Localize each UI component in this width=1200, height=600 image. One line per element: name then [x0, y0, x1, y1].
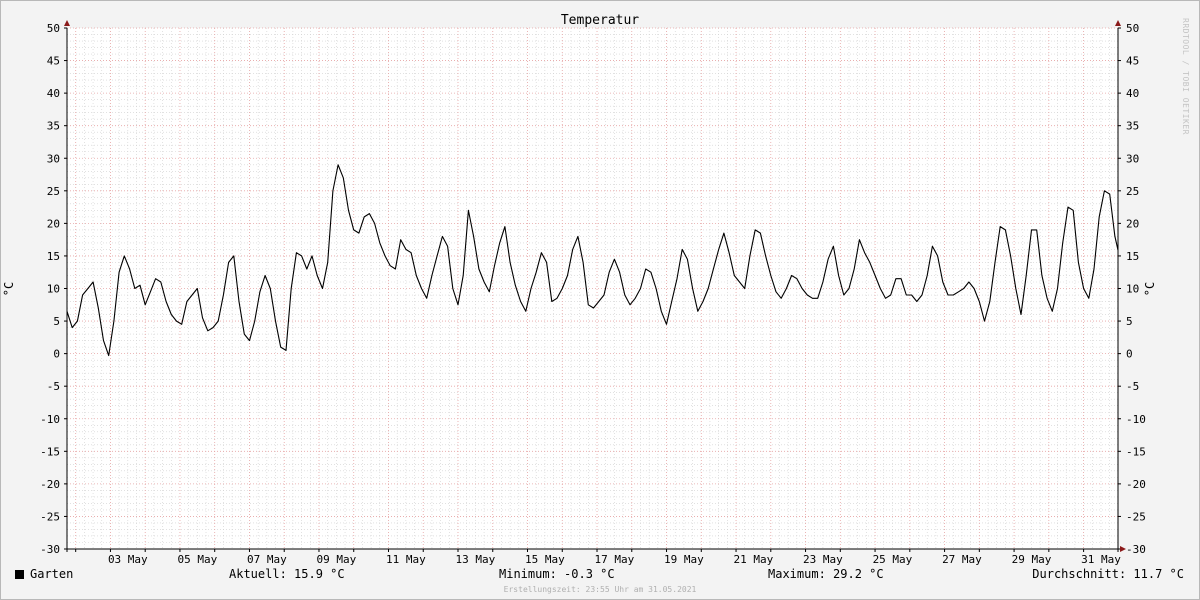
y-tick-label-right: 30	[1126, 152, 1139, 165]
y-tick-label-left: 30	[47, 152, 60, 165]
y-tick-label-left: 35	[47, 120, 60, 133]
x-tick-label: 09 May	[316, 553, 356, 566]
y-tick-label-left: -5	[47, 380, 60, 393]
x-tick-label: 19 May	[664, 553, 704, 566]
y-tick-label-left: 0	[53, 348, 60, 361]
y-axis-arrow-right	[1115, 20, 1121, 26]
plot-area: 50 5045 4540 4035 3530 3025 2520 2015 1510 105 50 0…	[40, 20, 1146, 566]
x-tick-label: 07 May	[247, 553, 287, 566]
y-tick-label-right: -25	[1126, 510, 1146, 523]
y-tick-label-right: 5	[1126, 315, 1133, 328]
y-tick-label-right: 10	[1126, 283, 1139, 296]
y-tick-label-right: -30	[1126, 543, 1146, 556]
y-tick-label-left: 40	[47, 87, 60, 100]
temperature-chart: Temperatur °C °C 50 5045 4540 4035 3530 3025 2…	[2, 13, 1157, 566]
y-tick-label-right: 45	[1126, 55, 1139, 68]
y-axis-label-left: °C	[2, 282, 16, 296]
y-tick-label-left: 45	[47, 55, 60, 68]
y-tick-label-left: 5	[53, 315, 60, 328]
y-tick-label-left: 20	[47, 217, 60, 230]
y-tick-label-right: 20	[1126, 217, 1139, 230]
x-tick-label: 21 May	[734, 553, 774, 566]
y-tick-label-right: -15	[1126, 445, 1146, 458]
legend-minimum: Minimum: -0.3 °C	[499, 567, 615, 581]
y-tick-label-right: 25	[1126, 185, 1139, 198]
y-tick-label-left: -10	[40, 413, 60, 426]
x-tick-label: 13 May	[455, 553, 495, 566]
y-tick-label-left: 10	[47, 283, 60, 296]
y-axis-arrow-left	[64, 20, 70, 26]
x-tick-label: 29 May	[1012, 553, 1052, 566]
legend-swatch	[15, 570, 24, 579]
x-tick-label: 27 May	[942, 553, 982, 566]
y-tick-label-right: -10	[1126, 413, 1146, 426]
creation-time-footer: Erstellungszeit: 23:55 Uhr am 31.05.2021	[503, 585, 697, 594]
y-tick-label-left: -25	[40, 510, 60, 523]
x-tick-label: 17 May	[595, 553, 635, 566]
legend-maximum: Maximum: 29.2 °C	[768, 567, 884, 581]
y-tick-label-right: 35	[1126, 120, 1139, 133]
y-tick-label-left: 15	[47, 250, 60, 263]
y-tick-label-right: 0	[1126, 348, 1133, 361]
x-tick-label: 31 May	[1081, 553, 1121, 566]
x-tick-label: 03 May	[108, 553, 148, 566]
legend-series-name: Garten	[30, 567, 74, 581]
y-tick-label-right: 15	[1126, 250, 1139, 263]
legend-average: Durchschnitt: 11.7 °C	[1032, 567, 1184, 581]
x-tick-label: 05 May	[177, 553, 217, 566]
y-tick-label-left: -20	[40, 478, 60, 491]
y-tick-label-right: 40	[1126, 87, 1139, 100]
y-tick-label-left: 50	[47, 22, 60, 35]
rrdtool-watermark: RRDTOOL / TOBI OETIKER	[1181, 18, 1190, 135]
x-tick-label: 23 May	[803, 553, 843, 566]
x-tick-label: 25 May	[873, 553, 913, 566]
legend-current: Aktuell: 15.9 °C	[229, 567, 345, 581]
x-tick-label: 11 May	[386, 553, 426, 566]
x-tick-label: 15 May	[525, 553, 565, 566]
y-tick-label-left: -15	[40, 445, 60, 458]
y-tick-label-left: -30	[40, 543, 60, 556]
y-tick-label-right: -5	[1126, 380, 1139, 393]
y-tick-label-right: -20	[1126, 478, 1146, 491]
y-axis-label-right: °C	[1143, 282, 1157, 296]
y-tick-label-right: 50	[1126, 22, 1139, 35]
y-tick-label-left: 25	[47, 185, 60, 198]
chart-title: Temperatur	[561, 13, 639, 28]
